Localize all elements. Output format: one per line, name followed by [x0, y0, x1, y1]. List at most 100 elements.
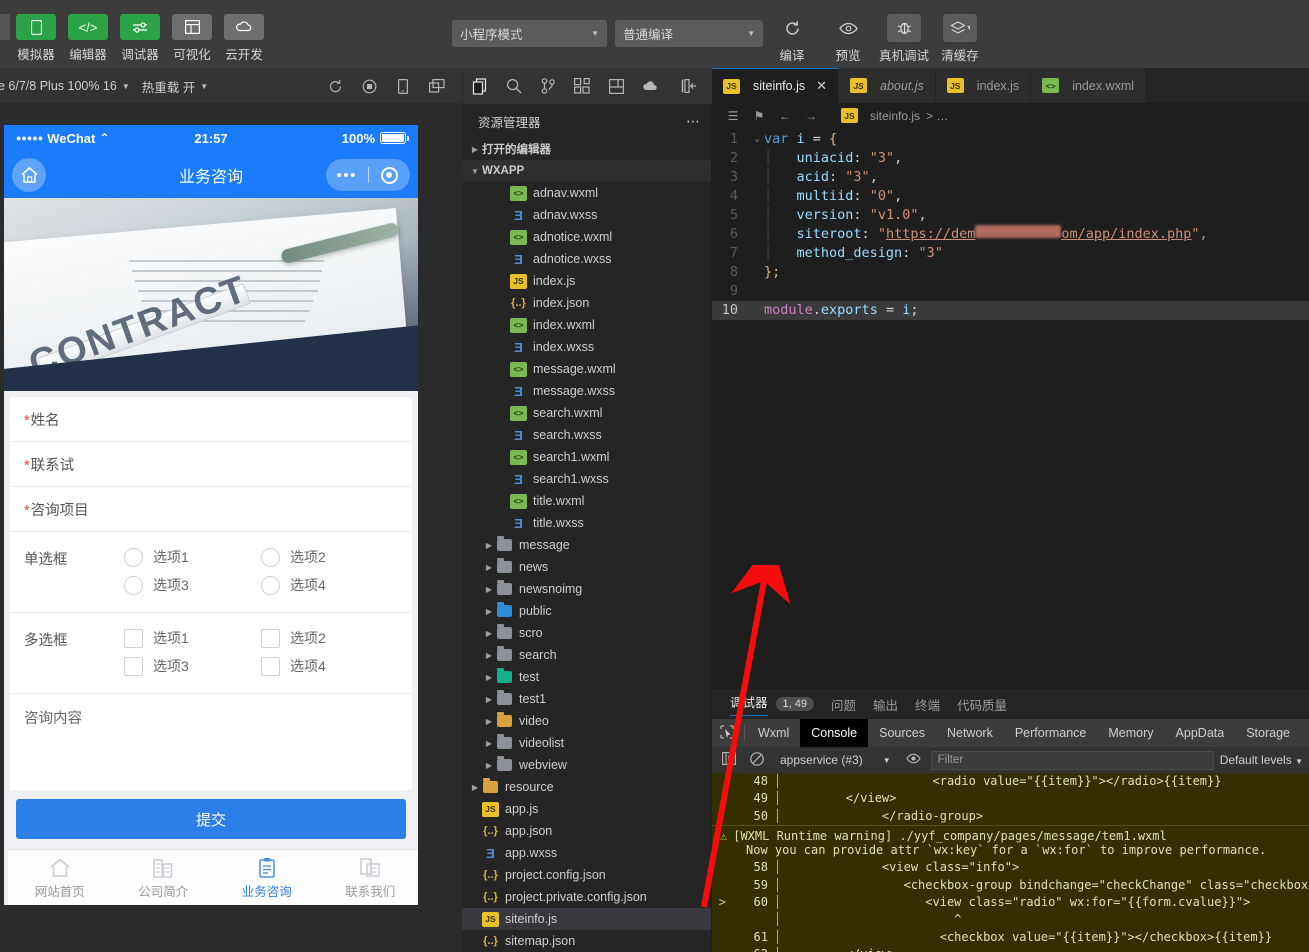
fold-toggle-icon[interactable] [750, 149, 764, 168]
expand-icon[interactable] [712, 773, 726, 790]
editor-tab[interactable]: <> index.wxml [1031, 68, 1147, 103]
tree-folder[interactable]: ▶ test [462, 666, 711, 688]
devtools-tab[interactable]: AppData [1165, 719, 1236, 747]
devtools-tab[interactable]: Storage [1235, 719, 1301, 747]
devtools-tab[interactable]: Network [936, 719, 1004, 747]
expand-icon[interactable] [712, 790, 726, 807]
device-icon[interactable] [386, 68, 420, 104]
code-content[interactable]: 1 ⌄ var i = {2 │ uniacid: "3", 3 │ acid: "3",… [712, 128, 1309, 320]
radio-option[interactable]: 选项2 [261, 544, 398, 570]
radio-option[interactable]: 选项1 [124, 544, 261, 570]
tabbar-item-consult[interactable]: 业务咨询 [215, 850, 319, 905]
tabbar-item-contact[interactable]: 联系我们 [319, 850, 419, 905]
tree-file[interactable]: Ǝtitle.wxss [462, 512, 711, 534]
log-levels-select[interactable]: Default levels ▼ [1220, 753, 1303, 767]
devtools-tab[interactable]: Wxml [747, 719, 800, 747]
mode-select[interactable]: 小程序模式 ▼ [452, 20, 607, 47]
tree-file[interactable]: JS siteinfo.js [462, 908, 711, 930]
toolbar-button-debugger[interactable]: 调试器 [114, 14, 166, 63]
tree-file[interactable]: <> search1.wxml [462, 446, 711, 468]
checkbox-option[interactable]: 选项4 [261, 653, 398, 679]
execute-icon[interactable] [718, 752, 740, 768]
tree-file[interactable]: Ǝadnotice.wxss [462, 248, 711, 270]
windows-icon[interactable] [420, 68, 454, 104]
console-output[interactable]: 48 │ <radio value="{{item}}"></radio>{{it… [712, 773, 1309, 952]
tree-folder[interactable]: ▶ message [462, 534, 711, 556]
toolbar-edge-icon[interactable] [0, 14, 10, 40]
save-icon[interactable] [599, 68, 633, 104]
cloud-test-icon[interactable] [633, 68, 667, 104]
expand-icon[interactable]: > [712, 894, 726, 911]
eye-icon[interactable] [903, 753, 925, 767]
radio-icon[interactable] [261, 575, 280, 595]
fold-toggle-icon[interactable] [750, 206, 764, 225]
tree-folder[interactable]: ▶ webview [462, 754, 711, 776]
tree-folder[interactable]: ▶ video [462, 710, 711, 732]
tree-file[interactable]: JS app.js [462, 798, 711, 820]
back-icon[interactable]: ← [777, 109, 793, 123]
devtools-tab[interactable]: Sources [868, 719, 936, 747]
tree-folder[interactable]: ▶ search [462, 644, 711, 666]
tree-file[interactable]: Ǝadnav.wxss [462, 204, 711, 226]
hot-reload-selector[interactable]: 热重载 开 [142, 77, 195, 96]
devtools-tab[interactable]: Console [800, 719, 869, 747]
open-editors-section[interactable]: ▶ 打开的编辑器 [462, 138, 711, 160]
tree-file[interactable]: Ǝmessage.wxss [462, 380, 711, 402]
tree-file[interactable]: <> message.wxml [462, 358, 711, 380]
breadcrumb-file[interactable]: JS siteinfo.js > … [841, 108, 948, 123]
fold-toggle-icon[interactable] [750, 244, 764, 263]
form-field-name[interactable]: *姓名 [10, 397, 412, 442]
source-control-icon[interactable] [531, 68, 565, 104]
editor-tab[interactable]: JS index.js [935, 68, 1032, 103]
tree-file[interactable]: {..} sitemap.json [462, 930, 711, 952]
toolbar-button-editor[interactable]: </> 编辑器 [62, 14, 114, 63]
tree-file[interactable]: <> index.wxml [462, 314, 711, 336]
fold-toggle-icon[interactable] [750, 168, 764, 187]
expand-icon[interactable] [712, 808, 726, 825]
tree-folder[interactable]: ▶ resource [462, 776, 711, 798]
context-select[interactable]: appservice (#3) ▼ [774, 753, 897, 767]
clear-icon[interactable] [746, 751, 768, 769]
editor-tab[interactable]: JS about.js [839, 68, 936, 103]
radio-option[interactable]: 选项4 [261, 572, 398, 598]
devtools-tab[interactable]: Performance [1004, 719, 1098, 747]
collapse-icon[interactable] [672, 68, 706, 104]
form-field-project[interactable]: *咨询项目 [10, 487, 412, 532]
tree-file[interactable]: {..} project.private.config.json [462, 886, 711, 908]
home-icon[interactable] [12, 158, 46, 192]
forward-icon[interactable]: → [803, 109, 819, 123]
radio-icon[interactable] [124, 547, 143, 567]
close-icon[interactable]: ✕ [816, 78, 827, 94]
fold-toggle-icon[interactable] [750, 301, 764, 320]
tree-file[interactable]: <> adnav.wxml [462, 182, 711, 204]
checkbox-option[interactable]: 选项1 [124, 625, 261, 651]
radio-icon[interactable] [261, 547, 280, 567]
expand-icon[interactable] [712, 929, 726, 946]
checkbox-icon[interactable] [124, 628, 143, 648]
tree-file[interactable]: {..} project.config.json [462, 864, 711, 886]
toolbar-action-preview[interactable]: 预览 [821, 14, 875, 64]
toolbar-action-realdevice[interactable]: 真机调试 [877, 14, 931, 64]
tree-folder[interactable]: ▶ videolist [462, 732, 711, 754]
record-icon[interactable] [352, 68, 386, 104]
tree-file[interactable]: JS index.js [462, 270, 711, 292]
toolbar-button-visual[interactable]: 可视化 [166, 14, 218, 63]
outline-icon[interactable]: ☰ [725, 109, 741, 123]
checkbox-icon[interactable] [261, 628, 280, 648]
project-section[interactable]: ▼ WXAPP [462, 160, 711, 182]
files-icon[interactable] [463, 68, 497, 104]
more-dots-icon[interactable]: ••• [326, 167, 368, 184]
tabbar-item-about[interactable]: 公司简介 [112, 850, 216, 905]
expand-icon[interactable] [712, 946, 726, 952]
expand-icon[interactable] [712, 859, 726, 876]
checkbox-option[interactable]: 选项2 [261, 625, 398, 651]
radio-icon[interactable] [124, 575, 143, 595]
cursor-select-icon[interactable] [712, 724, 742, 742]
tree-folder[interactable]: ▶ news [462, 556, 711, 578]
bookmark-icon[interactable]: ⚑ [751, 109, 767, 123]
tree-folder[interactable]: ▶ public [462, 600, 711, 622]
tree-folder[interactable]: ▶ test1 [462, 688, 711, 710]
toolbar-action-compile[interactable]: 编译 [765, 14, 819, 64]
tree-file[interactable]: <> title.wxml [462, 490, 711, 512]
form-field-contact[interactable]: *联系试 [10, 442, 412, 487]
